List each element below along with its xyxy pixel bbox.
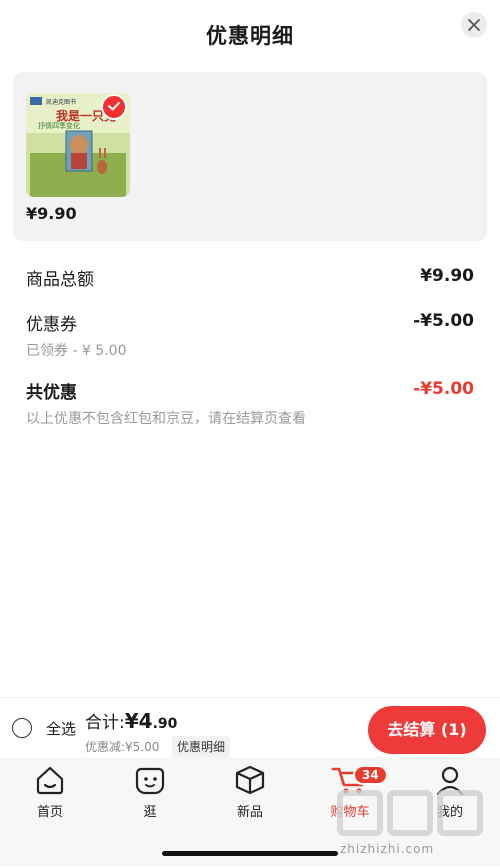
coupon-value: -¥5.00 <box>413 311 474 331</box>
selected-check[interactable] <box>101 94 127 120</box>
goods-total-value: ¥9.90 <box>420 266 474 286</box>
total-amount: 合计:¥4.90 <box>85 708 177 733</box>
coupon-sub: 已领券 - ¥ 5.00 <box>26 343 127 359</box>
discount-summary: 优惠减:¥5.00 <box>85 740 160 754</box>
browse-icon <box>135 767 165 795</box>
tab-home[interactable]: 首页 <box>10 763 90 820</box>
total-discount-value: -¥5.00 <box>413 379 474 399</box>
cover-subtitle: 抒情四季变化 <box>38 122 80 130</box>
product-card: 我是一只兔 抒情四季变化 凯迪克图书 ¥9.90 <box>13 72 487 241</box>
watermark-text: zhizhizhi.com <box>340 842 435 856</box>
home-indicator <box>162 851 338 856</box>
close-icon <box>468 19 480 31</box>
watermark-logo <box>337 790 483 836</box>
tab-new-label: 新品 <box>236 805 263 820</box>
product-price: ¥9.90 <box>26 204 77 223</box>
box-icon <box>235 765 265 795</box>
goods-total-label: 商品总额 <box>26 270 94 290</box>
checkmark-icon <box>108 102 120 111</box>
close-button[interactable] <box>461 12 487 38</box>
discount-note: 以上优惠不包含红包和京豆，请在结算页查看 <box>26 411 306 427</box>
total-currency: ¥ <box>124 709 139 733</box>
total-integer: 4 <box>138 709 153 733</box>
select-all-radio[interactable] <box>12 718 32 738</box>
select-all-label[interactable]: 全选 <box>46 718 76 739</box>
total-discount-label: 共优惠 <box>26 383 77 403</box>
checkout-button[interactable]: 去结算 (1) <box>368 706 486 754</box>
tab-browse[interactable]: 逛 <box>110 763 190 820</box>
total-decimal: .90 <box>152 716 178 732</box>
tab-home-label: 首页 <box>36 805 63 820</box>
sheet-title: 优惠明细 <box>206 24 294 48</box>
home-icon <box>36 766 64 795</box>
tab-new[interactable]: 新品 <box>210 763 290 820</box>
total-prefix: 合计: <box>85 713 125 733</box>
tab-browse-label: 逛 <box>143 805 157 820</box>
cover-publisher: 凯迪克图书 <box>46 99 77 106</box>
cart-count-badge: 34 <box>353 765 388 785</box>
discount-detail-button[interactable]: 优惠明细 <box>172 736 231 757</box>
publisher-logo <box>30 97 44 104</box>
coupon-label: 优惠券 <box>26 315 77 335</box>
